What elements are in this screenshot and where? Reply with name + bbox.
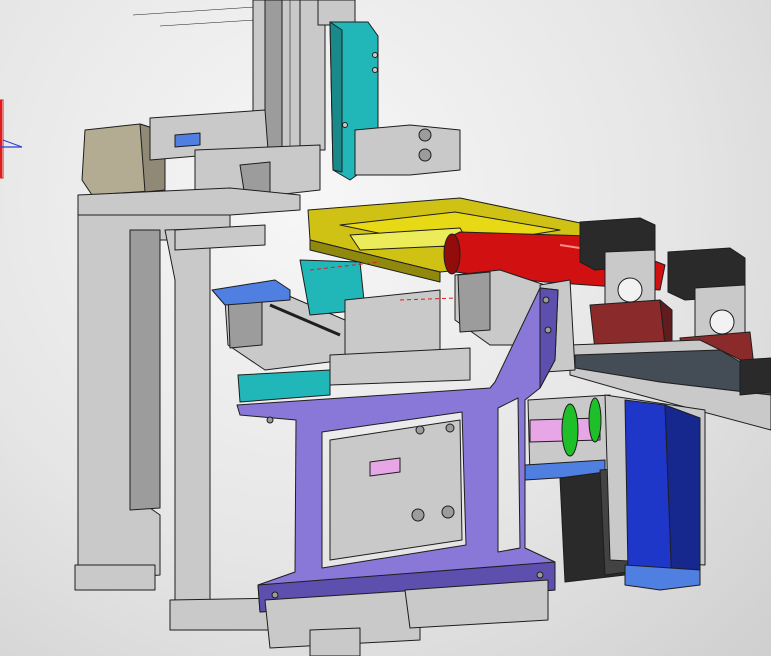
y-axis-arrow — [2, 139, 23, 148]
belt-drive — [524, 394, 613, 481]
cad-assembly-drawing — [0, 0, 771, 656]
teal-base-bracket — [237, 369, 331, 403]
leader-lines — [132, 6, 256, 27]
cad-viewport[interactable] — [0, 0, 771, 656]
blue-cover — [604, 394, 706, 591]
axis-triad — [0, 99, 23, 179]
